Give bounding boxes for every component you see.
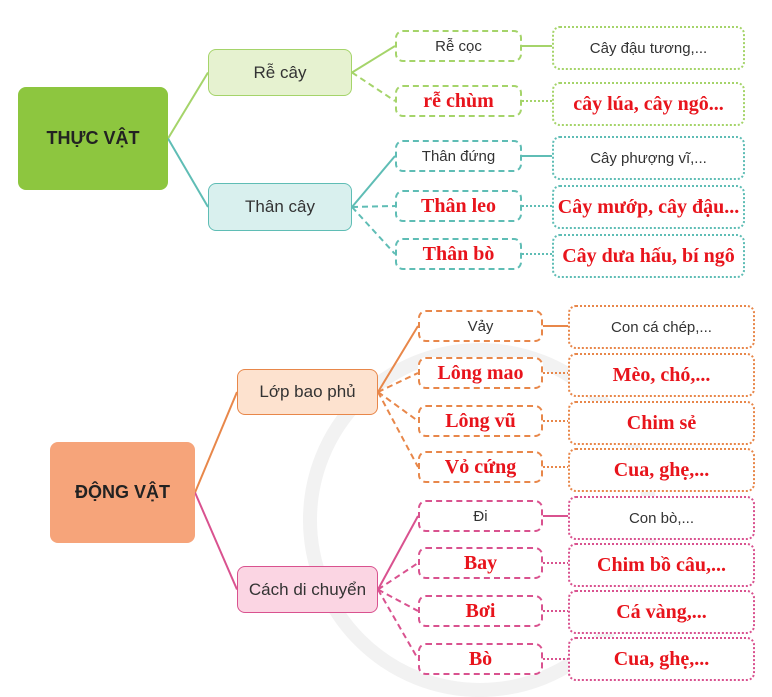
animals-example: Chim sẻ — [568, 401, 755, 445]
animals-group: Cách di chuyển — [237, 566, 378, 613]
plants-example: Cây đậu tương,... — [552, 26, 745, 70]
connector-line — [167, 71, 209, 140]
plants-type: Thân leo — [395, 190, 522, 222]
plants-example: Cây dưa hấu, bí ngô — [552, 234, 745, 278]
plants-group: Rễ cây — [208, 49, 352, 96]
connector-line — [351, 206, 396, 255]
animals-example: Cá vàng,... — [568, 590, 755, 634]
animals-example: Con bò,... — [568, 496, 755, 540]
animals-group: Lớp bao phủ — [237, 369, 378, 415]
animals-type: Lông mao — [418, 357, 543, 389]
plants-example: cây lúa, cây ngô... — [552, 82, 745, 126]
plants-type: Thân đứng — [395, 140, 522, 172]
plants-example: Cây mướp, cây đậu... — [552, 185, 745, 229]
plants-example: Cây phượng vĩ,... — [552, 136, 745, 180]
connector-line — [351, 155, 396, 208]
plants-group: Thân cây — [208, 183, 352, 231]
animals-type: Bơi — [418, 595, 543, 627]
connector-line — [377, 391, 419, 468]
connector-line — [351, 71, 396, 102]
mind-map: THỰC VẬT Rễ cây Rễ cọc Cây đậu tương,... rễ … — [0, 0, 772, 697]
animals-type: Vảy — [418, 310, 543, 342]
connector-line — [377, 391, 419, 422]
animals-example: Cua, ghẹ,... — [568, 637, 755, 681]
connector-line — [377, 562, 419, 591]
plants-title: THỰC VẬT — [18, 87, 168, 190]
connector-line — [351, 205, 396, 208]
animals-example: Con cá chép,... — [568, 305, 755, 349]
connector-line — [194, 492, 238, 590]
animals-type: Bò — [418, 643, 543, 675]
animals-type: Lông vũ — [418, 405, 543, 437]
animals-type: Bay — [418, 547, 543, 579]
animals-example: Chim bồ câu,... — [568, 543, 755, 587]
animals-example: Mèo, chó,... — [568, 353, 755, 397]
animals-type: Vỏ cứng — [418, 451, 543, 483]
animals-example: Cua, ghẹ,... — [568, 448, 755, 492]
plants-type: Rễ cọc — [395, 30, 522, 62]
plants-type: rễ chùm — [395, 85, 522, 117]
connector-line — [377, 515, 419, 590]
plants-type: Thân bò — [395, 238, 522, 270]
connector-line — [167, 137, 209, 208]
connector-line — [351, 45, 396, 74]
animals-title: ĐỘNG VẬT — [50, 442, 195, 543]
connector-line — [194, 391, 238, 493]
animals-type: Đi — [418, 500, 543, 532]
